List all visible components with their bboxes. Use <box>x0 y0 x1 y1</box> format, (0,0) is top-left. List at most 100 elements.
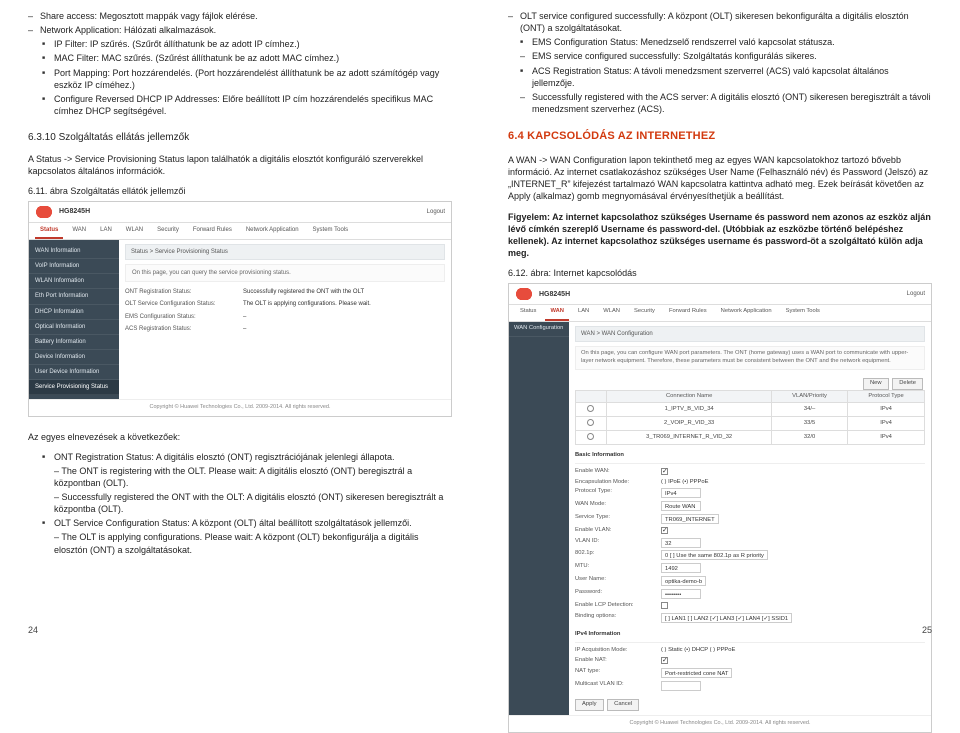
router-ui-provisioning: HG8245H Logout StatusWANLANWLANSecurityF… <box>28 201 452 416</box>
subsection-heading: 6.3.10 Szolgáltatás ellátás jellemzők <box>28 131 452 145</box>
sidebar-item[interactable]: WAN Configuration <box>509 322 569 337</box>
table-cell: IPv4 <box>848 403 925 417</box>
subsection-body: A Status -> Service Provisioning Status … <box>28 153 452 177</box>
list-item: EMS Configuration Status: Menedzselő ren… <box>508 36 932 48</box>
status-row: EMS Configuration Status:– <box>125 311 445 323</box>
tab-network-application[interactable]: Network Application <box>241 223 304 239</box>
apply-button[interactable]: Apply <box>575 699 604 711</box>
sidebar-item[interactable]: Optical Information <box>29 320 119 335</box>
list-item: MAC Filter: MAC szűrés. (Szűrést állítha… <box>28 52 452 64</box>
list-item: – The ONT is registering with the OLT. P… <box>28 465 452 489</box>
text-input[interactable]: [ ] LAN1 [ ] LAN2 [✓] LAN3 [✓] LAN4 [✓] … <box>661 613 792 623</box>
sidebar-item[interactable]: DHCP Information <box>29 305 119 320</box>
field-value[interactable]: 32 <box>661 538 925 549</box>
ipv4-info-section: IPv4 Information IP Acquisition Mode:( )… <box>575 628 925 695</box>
text-input[interactable] <box>661 681 701 691</box>
sidebar-item[interactable]: WLAN Information <box>29 274 119 289</box>
figure-caption: 6.12. ábra: Internet kapcsolódás <box>508 267 932 279</box>
sidebar-item[interactable]: Service Provisioning Status <box>29 380 119 395</box>
list-item: Configure Reversed DHCP IP Addresses: El… <box>28 93 452 117</box>
field-value[interactable]: 1492 <box>661 563 925 574</box>
row-radio[interactable] <box>587 419 594 426</box>
field-value[interactable]: ( ) IPoE (•) PPPoE <box>661 479 925 487</box>
tab-security[interactable]: Security <box>152 223 184 239</box>
table-row[interactable]: 3_TR069_INTERNET_R_VID_3232/0IPv4 <box>576 431 925 445</box>
tab-lan[interactable]: LAN <box>95 223 117 239</box>
field-value[interactable]: Port-restricted cone NAT <box>661 668 925 679</box>
below-heading: Az egyes elnevezések a következőek: <box>28 431 452 443</box>
checkbox[interactable] <box>661 657 668 664</box>
text-input[interactable]: Route WAN <box>661 501 701 511</box>
field-value[interactable]: 0 [ ] Use the same 802.1p as R priority <box>661 550 925 561</box>
row-label: ACS Registration Status: <box>125 325 235 333</box>
row-label: ONT Registration Status: <box>125 288 235 296</box>
checkbox[interactable] <box>661 602 668 609</box>
tab-status[interactable]: Status <box>35 223 63 239</box>
text-input[interactable]: 32 <box>661 538 701 548</box>
sidebar-item[interactable]: User Device Information <box>29 365 119 380</box>
field-value[interactable]: Route WAN <box>661 501 925 512</box>
tab-network-application[interactable]: Network Application <box>716 305 777 321</box>
list-item: EMS service configured successfully: Szo… <box>508 50 932 62</box>
form-row: 802.1p:0 [ ] Use the same 802.1p as R pr… <box>575 549 925 562</box>
row-radio[interactable] <box>587 405 594 412</box>
field-value[interactable]: optika-demo-b <box>661 576 925 587</box>
text-input[interactable]: •••••••• <box>661 589 701 599</box>
table-row[interactable]: 1_IPTV_B_VID_3434/–IPv4 <box>576 403 925 417</box>
new-button[interactable]: New <box>863 378 889 390</box>
router-footer: Copyright © Huawei Technologies Co., Ltd… <box>29 399 451 415</box>
sidebar-item[interactable]: VoIP Information <box>29 259 119 274</box>
form-row: Service Type:TR069_INTERNET <box>575 513 925 526</box>
field-value[interactable]: IPv4 <box>661 488 925 499</box>
tab-wlan[interactable]: WLAN <box>121 223 148 239</box>
text-input[interactable]: Port-restricted cone NAT <box>661 668 732 678</box>
list-item: OLT Service Configuration Status: A közp… <box>28 517 452 529</box>
field-value[interactable]: [ ] LAN1 [ ] LAN2 [✓] LAN3 [✓] LAN4 [✓] … <box>661 613 925 624</box>
field-value[interactable]: •••••••• <box>661 589 925 600</box>
sidebar-item[interactable]: Eth Port Information <box>29 289 119 304</box>
row-radio[interactable] <box>587 433 594 440</box>
table-row[interactable]: 2_VOIP_R_VID_3333/5IPv4 <box>576 417 925 431</box>
tab-forward-rules[interactable]: Forward Rules <box>188 223 237 239</box>
tab-lan[interactable]: LAN <box>573 305 594 321</box>
table-cell: 33/5 <box>772 417 848 431</box>
form-row: Binding options:[ ] LAN1 [ ] LAN2 [✓] LA… <box>575 612 925 625</box>
field-value[interactable] <box>661 527 925 536</box>
tab-system-tools[interactable]: System Tools <box>781 305 825 321</box>
text-input[interactable]: TR069_INTERNET <box>661 514 719 524</box>
field-value[interactable]: ( ) Static (•) DHCP ( ) PPPoE <box>661 647 925 655</box>
table-cell <box>576 417 607 431</box>
tab-wan[interactable]: WAN <box>545 305 569 321</box>
huawei-logo-icon <box>35 206 53 218</box>
text-input[interactable]: 1492 <box>661 563 701 573</box>
field-value[interactable]: TR069_INTERNET <box>661 514 925 525</box>
field-label: WAN Mode: <box>575 501 655 512</box>
sidebar-item[interactable]: WAN Information <box>29 244 119 259</box>
form-row: MTU:1492 <box>575 562 925 575</box>
page-number: 24 <box>28 624 38 636</box>
field-value[interactable] <box>661 468 925 477</box>
table-cell: 3_TR069_INTERNET_R_VID_32 <box>607 431 772 445</box>
sidebar-item[interactable]: Device Information <box>29 350 119 365</box>
tab-forward-rules[interactable]: Forward Rules <box>664 305 712 321</box>
tab-system-tools[interactable]: System Tools <box>308 223 354 239</box>
sidebar-item[interactable]: Battery Information <box>29 335 119 350</box>
tab-status[interactable]: Status <box>515 305 541 321</box>
text-input[interactable]: optika-demo-b <box>661 576 706 586</box>
field-value[interactable] <box>661 602 925 611</box>
cancel-button[interactable]: Cancel <box>607 699 639 711</box>
tab-wlan[interactable]: WLAN <box>598 305 625 321</box>
tab-security[interactable]: Security <box>629 305 660 321</box>
logout-link[interactable]: Logout <box>907 290 925 298</box>
page-number: 25 <box>922 624 932 636</box>
checkbox[interactable] <box>661 527 668 534</box>
field-value[interactable] <box>661 657 925 666</box>
tab-wan[interactable]: WAN <box>67 223 91 239</box>
text-input[interactable]: 0 [ ] Use the same 802.1p as R priority <box>661 550 768 560</box>
delete-button[interactable]: Delete <box>892 378 923 390</box>
field-value[interactable] <box>661 681 925 695</box>
logout-link[interactable]: Logout <box>427 208 445 216</box>
text-input[interactable]: IPv4 <box>661 488 701 498</box>
list-item: Network Application: Hálózati alkalmazás… <box>28 24 452 36</box>
checkbox[interactable] <box>661 468 668 475</box>
